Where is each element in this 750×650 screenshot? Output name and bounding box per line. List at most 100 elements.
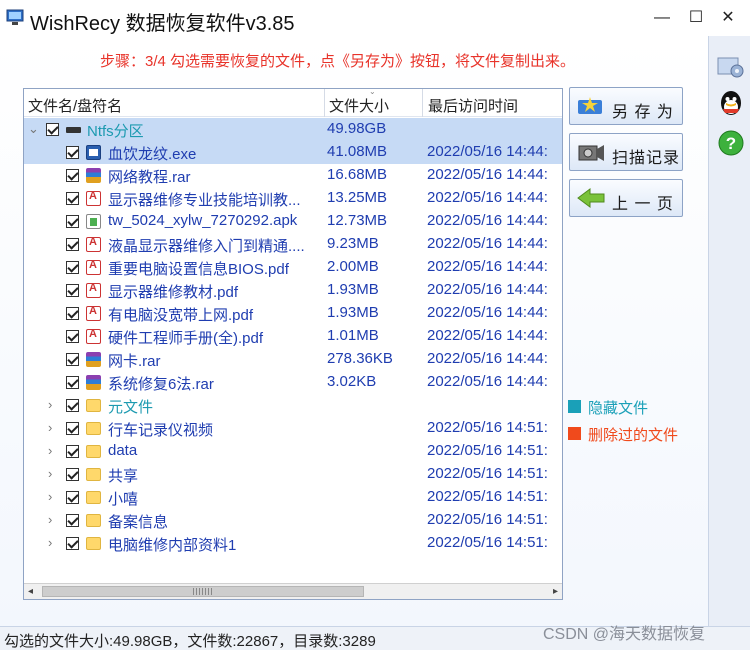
file-date: 2022/05/16 14:44: [427,327,548,344]
file-row[interactable]: 液晶显示器维修入门到精通.... 9.23MB 2022/05/16 14:44: [24,233,562,256]
folder-icon [86,491,101,504]
file-row[interactable]: 显示器维修教材.pdf 1.93MB 2022/05/16 14:44: [24,279,562,302]
save-as-button[interactable]: 另 存 为 [569,87,683,125]
file-date: 2022/05/16 14:44: [427,281,548,298]
expand-chevron-icon[interactable]: › [48,443,52,458]
expand-chevron-icon[interactable]: › [48,420,52,435]
folder-checkbox[interactable] [66,468,79,481]
folder-checkbox[interactable] [66,422,79,435]
file-checkbox[interactable] [66,284,79,297]
folder-row[interactable]: › 小嘻 2022/05/16 14:51: [24,486,562,509]
expand-chevron-icon[interactable]: › [48,466,52,481]
file-size: 16.68MB [327,166,388,183]
folder-checkbox[interactable] [66,445,79,458]
step-instruction: 步骤：3/4 勾选需要恢复的文件，点《另存为》按钮，将文件复制出来。 [100,53,576,70]
column-header-date[interactable]: 最后访问时间 [428,95,518,116]
tree-header: ⌄ 文件名/盘符名 文件大小 最后访问时间 [24,89,562,117]
folder-date: 2022/05/16 14:51: [427,511,548,528]
file-checkbox[interactable] [66,307,79,320]
deleted-legend-label: 删除过的文件 [588,427,679,444]
title-bar: WishRecy 数据恢复软件v3.85 — ☐ ✕ [0,0,750,36]
previous-page-button[interactable]: 上 一 页 [569,179,683,217]
folder-row[interactable]: › data 2022/05/16 14:51: [24,440,562,463]
file-size: 2.00MB [327,258,379,275]
file-row[interactable]: 重要电脑设置信息BIOS.pdf 2.00MB 2022/05/16 14:44: [24,256,562,279]
expand-chevron-icon[interactable]: › [48,512,52,527]
camera-icon [578,145,604,161]
side-toolbar: ? [708,36,750,626]
column-divider[interactable] [324,89,325,117]
file-name: 网卡.rar [108,353,161,370]
svg-text:?: ? [726,134,736,153]
folder-row[interactable]: › 行车记录仪视频 2022/05/16 14:51: [24,417,562,440]
file-row[interactable]: 硬件工程师手册(全).pdf 1.01MB 2022/05/16 14:44: [24,325,562,348]
help-icon[interactable]: ? [715,128,747,160]
folder-name: 元文件 [108,399,154,416]
file-checkbox[interactable] [66,376,79,389]
file-checkbox[interactable] [66,146,79,159]
minimize-button[interactable]: — [652,8,672,28]
window-title: WishRecy 数据恢复软件v3.85 [30,13,295,35]
previous-page-label: 上 一 页 [612,196,674,213]
maximize-button[interactable]: ☐ [686,8,706,28]
expand-chevron-icon[interactable]: › [48,489,52,504]
expand-chevron-icon[interactable]: › [48,397,52,412]
file-size: 3.02KB [327,373,377,390]
close-button[interactable]: ✕ [718,8,738,28]
file-checkbox[interactable] [66,261,79,274]
file-name: 有电脑没宽带上网.pdf [108,307,254,324]
file-name: 硬件工程师手册(全).pdf [108,330,264,347]
folder-row[interactable]: › 共享 2022/05/16 14:51: [24,463,562,486]
drive-row[interactable]: ⌄ Ntfs分区 49.98GB [24,118,562,141]
save-as-label: 另 存 为 [612,104,674,121]
qq-icon[interactable] [715,88,747,120]
expand-chevron-icon[interactable]: ⌄ [28,121,39,137]
file-row[interactable]: tw_5024_xylw_7270292.apk 12.73MB 2022/05/1… [24,210,562,233]
pdf-icon [86,236,101,252]
scroll-left-icon[interactable]: ◂ [28,586,33,597]
pdf-icon [86,190,101,206]
file-row[interactable]: 网络教程.rar 16.68MB 2022/05/16 14:44: [24,164,562,187]
file-row[interactable]: 系统修复6法.rar 3.02KB 2022/05/16 14:44: [24,371,562,394]
pdf-icon [86,259,101,275]
scroll-thumb[interactable] [42,586,364,597]
folder-row[interactable]: › 元文件 [24,394,562,417]
folder-row[interactable]: › 备案信息 2022/05/16 14:51: [24,509,562,532]
file-size: 1.93MB [327,281,379,298]
rar-icon [86,168,101,183]
column-header-size[interactable]: 文件大小 [329,95,389,116]
folder-row[interactable]: › 电脑维修内部资料1 2022/05/16 14:51: [24,532,562,555]
pdf-icon [86,305,101,321]
watermark: CSDN @海天数据恢复 [543,626,706,643]
scan-record-button[interactable]: 扫描记录 [569,133,683,171]
folder-name: 行车记录仪视频 [108,422,214,439]
scroll-grip-icon [193,588,213,595]
column-header-name[interactable]: 文件名/盘符名 [28,95,122,116]
file-row[interactable]: 网卡.rar 278.36KB 2022/05/16 14:44: [24,348,562,371]
expand-chevron-icon[interactable]: › [48,535,52,550]
settings-icon[interactable] [715,50,747,82]
file-checkbox[interactable] [66,238,79,251]
horizontal-scrollbar[interactable]: ◂ ▸ [24,583,562,599]
file-name: 重要电脑设置信息BIOS.pdf [108,261,289,278]
drive-name: Ntfs分区 [87,123,144,140]
file-row[interactable]: 有电脑没宽带上网.pdf 1.93MB 2022/05/16 14:44: [24,302,562,325]
drive-size: 49.98GB [327,120,387,137]
file-checkbox[interactable] [66,192,79,205]
drive-checkbox[interactable] [46,123,59,136]
folder-checkbox[interactable] [66,514,79,527]
file-checkbox[interactable] [66,169,79,182]
exe-icon [86,145,101,160]
folder-checkbox[interactable] [66,491,79,504]
file-checkbox[interactable] [66,353,79,366]
file-checkbox[interactable] [66,215,79,228]
folder-checkbox[interactable] [66,537,79,550]
file-row[interactable]: 显示器维修专业技能培训教... 13.25MB 2022/05/16 14:44: [24,187,562,210]
scroll-right-icon[interactable]: ▸ [553,586,558,597]
folder-checkbox[interactable] [66,399,79,412]
file-row[interactable]: 血饮龙纹.exe 41.08MB 2022/05/16 14:44: [24,141,562,164]
file-tree[interactable]: ⌄ 文件名/盘符名 文件大小 最后访问时间 ⌄ Ntfs分区 49.98GB 血… [23,88,563,600]
file-checkbox[interactable] [66,330,79,343]
column-divider[interactable] [422,89,423,117]
folder-date: 2022/05/16 14:51: [427,534,548,551]
